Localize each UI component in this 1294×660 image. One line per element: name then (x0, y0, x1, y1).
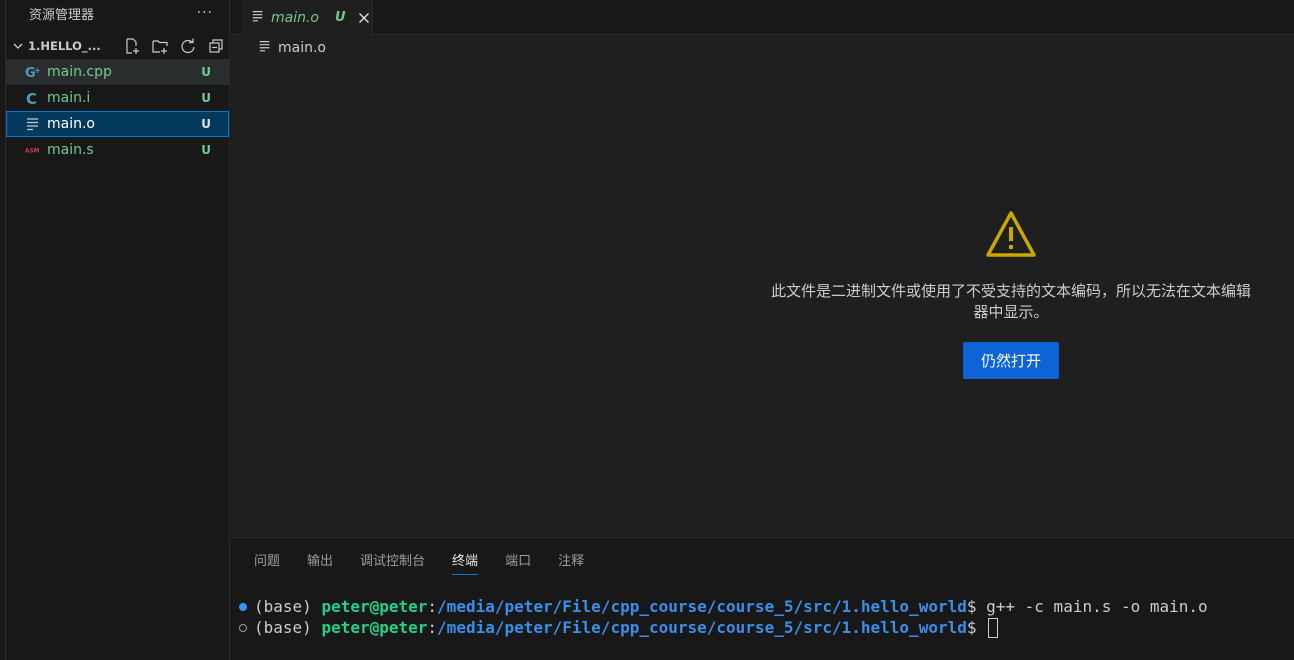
tab-output[interactable]: 输出 (307, 550, 333, 574)
breadcrumb-label: main.o (278, 40, 326, 56)
tab-label: main.o (271, 9, 319, 26)
tab-terminal[interactable]: 终端 (452, 550, 479, 575)
binary-file-warning: 此文件是二进制文件或使用了不受支持的文本编码，所以无法在文本编辑 器中显示。 仍… (731, 210, 1291, 379)
more-actions-button[interactable]: ··· (197, 5, 213, 21)
explorer-sidebar: 资源管理器 ··· 1.HELLO_... G + main.cpp U C m… (6, 0, 230, 660)
tab-comments[interactable]: 注释 (558, 550, 584, 574)
lines-icon (251, 9, 265, 27)
git-status-badge: U (201, 143, 211, 157)
explorer-header: 资源管理器 ··· (6, 0, 229, 26)
svg-text:+: + (34, 66, 41, 75)
command-text: g++ -c main.s -o main.o (986, 597, 1208, 616)
file-item-main-s[interactable]: ASM main.s U (6, 137, 229, 163)
prompt-symbol: $ (966, 618, 987, 637)
terminal-line: (base) peter@peter:/media/peter/File/cpp… (239, 596, 1208, 617)
tab-problems[interactable]: 问题 (254, 550, 280, 574)
env-name: (base) (254, 618, 322, 637)
open-anyway-button[interactable]: 仍然打开 (963, 342, 1059, 379)
warning-line-1: 此文件是二进制文件或使用了不受支持的文本编码，所以无法在文本编辑 (770, 282, 1251, 300)
warning-line-2: 器中显示。 (973, 303, 1049, 321)
tab-git-badge: U (335, 10, 346, 25)
file-item-main-o[interactable]: main.o U (6, 111, 229, 137)
file-name: main.cpp (47, 64, 112, 80)
user-host: peter@peter (321, 618, 428, 637)
refresh-icon[interactable] (178, 36, 198, 56)
user-host: peter@peter (321, 597, 428, 616)
env-name: (base) (254, 597, 322, 616)
svg-text:ASM: ASM (25, 149, 40, 155)
git-status-badge: U (201, 91, 211, 105)
path-separator: : (427, 597, 438, 616)
close-icon[interactable] (356, 10, 372, 26)
svg-text:C: C (26, 90, 37, 106)
explorer-title: 资源管理器 (29, 7, 95, 23)
git-status-badge: U (201, 117, 211, 131)
panel-tabs: 问题 输出 调试控制台 终端 端口 注释 (254, 550, 584, 575)
command-success-icon[interactable] (239, 602, 247, 611)
breadcrumb[interactable]: main.o (258, 37, 326, 59)
terminal-cursor (988, 617, 999, 638)
editor-area: main.o 此文件是二进制文件或使用了不受支持的文本编码，所以无法在文本编辑 … (231, 35, 1294, 537)
tab-ports[interactable]: 端口 (505, 550, 531, 574)
new-file-icon[interactable] (122, 36, 142, 56)
bottom-panel: 问题 输出 调试控制台 终端 端口 注释 (base) peter@peter:… (231, 537, 1294, 660)
tab-debug-console[interactable]: 调试控制台 (360, 550, 425, 574)
collapse-all-icon[interactable] (206, 36, 226, 56)
terminal-line: (base) peter@peter:/media/peter/File/cpp… (239, 617, 1208, 638)
file-name: main.s (47, 142, 94, 158)
asm-icon: ASM (25, 142, 41, 158)
path-separator: : (427, 618, 438, 637)
c-icon: C (25, 90, 41, 106)
new-folder-icon[interactable] (150, 36, 170, 56)
file-name: main.o (47, 116, 95, 132)
file-name: main.i (47, 90, 91, 106)
folder-name: 1.HELLO_... (28, 39, 101, 53)
folder-row[interactable]: 1.HELLO_... (6, 33, 229, 59)
editor-tab-bar: main.o U (231, 0, 1294, 35)
chevron-down-icon[interactable] (10, 38, 26, 54)
file-item-main-i[interactable]: C main.i U (6, 85, 229, 111)
tab-main-o[interactable]: main.o U (241, 0, 373, 35)
file-item-main-cpp[interactable]: G + main.cpp U (6, 59, 229, 85)
git-status-badge: U (201, 65, 211, 79)
lines-icon (258, 39, 272, 57)
prompt-symbol: $ (966, 597, 987, 616)
command-pending-icon[interactable] (239, 623, 247, 632)
cwd-path: /media/peter/File/cpp_course/course_5/sr… (437, 597, 967, 616)
cwd-path: /media/peter/File/cpp_course/course_5/sr… (437, 618, 967, 637)
cpp-icon: G + (25, 64, 41, 80)
lines-icon (25, 116, 41, 132)
warning-icon (986, 211, 1036, 257)
warning-message: 此文件是二进制文件或使用了不受支持的文本编码，所以无法在文本编辑 器中显示。 (731, 281, 1291, 323)
folder-actions (122, 36, 226, 56)
terminal[interactable]: (base) peter@peter:/media/peter/File/cpp… (239, 596, 1208, 638)
